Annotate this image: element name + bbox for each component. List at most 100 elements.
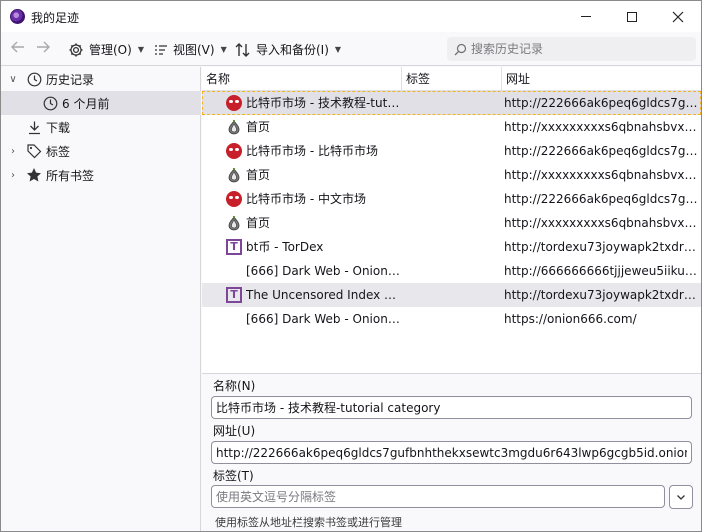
arrow-left-icon <box>11 41 24 53</box>
sidebar-tree: ∨ 历史记录 6 个月前 下载 › 标签 › 所有书签 <box>1 67 201 531</box>
close-icon <box>672 11 684 22</box>
row-url: http://tordexu73joywapk2txdr54jed4imqled… <box>504 240 698 254</box>
table-row[interactable]: [666] Dark Web - Onion Directory http://6… <box>202 259 701 283</box>
sidebar-item-6-months-ago[interactable]: 6 个月前 <box>1 91 201 115</box>
sidebar-item-downloads[interactable]: 下载 <box>1 115 201 139</box>
manage-label: 管理(O) <box>89 43 132 57</box>
table-header: 名称 标签 网址 <box>202 67 701 91</box>
sort-arrows-icon <box>235 42 250 57</box>
row-name: 首页 <box>246 120 271 134</box>
table-row[interactable]: 比特币市场 - 比特币市场 http://222666ak6peq6gldcs7g… <box>202 139 701 163</box>
sidebar-item-label: 标签 <box>46 144 71 159</box>
minimize-icon <box>581 16 591 17</box>
table-row[interactable]: T The Uncensored Index of Onion http://tor… <box>202 283 701 307</box>
table-row[interactable]: Tbt币 - TorDex http://tordexu73joywapk2txd… <box>202 235 701 259</box>
chevron-down-icon[interactable]: ∨ <box>8 74 18 85</box>
row-name: The Uncensored Index of Onion <box>246 288 401 302</box>
star-icon <box>26 167 42 183</box>
devil-icon <box>226 191 242 207</box>
sidebar-item-tags[interactable]: › 标签 <box>1 139 201 163</box>
sidebar-item-label: 6 个月前 <box>62 96 110 111</box>
chevron-down-icon: ▼ <box>137 45 144 54</box>
name-field[interactable] <box>211 396 692 419</box>
forward-button[interactable] <box>35 39 51 60</box>
history-table: 名称 标签 网址 比特币市场 - 技术教程-tutorial category h… <box>202 67 701 373</box>
table-row[interactable]: 首页 http://xxxxxxxxxs6qbnahsbvxbghsnqh4rj6… <box>202 115 701 139</box>
title-bar: 我的足迹 <box>1 1 701 32</box>
row-name: bt币 - TorDex <box>246 240 324 254</box>
arrow-right-icon <box>37 41 50 53</box>
tordex-icon: T <box>226 239 242 255</box>
library-window: 我的足迹 管理(O) ▼ 视图(V) ▼ 导入和备份(I) ▼ 搜索历史记录 ∨… <box>0 0 702 532</box>
column-header-name[interactable]: 名称 <box>202 67 402 91</box>
onion-icon <box>226 215 242 231</box>
sidebar-item-history[interactable]: ∨ 历史记录 <box>1 67 201 91</box>
search-field[interactable] <box>447 37 696 61</box>
tordex-icon: T <box>226 287 242 303</box>
tags-hint: 使用标签从地址栏搜索书签或进行管理 <box>215 516 402 529</box>
maximize-icon <box>627 11 637 22</box>
toolbar: 管理(O) ▼ 视图(V) ▼ 导入和备份(I) ▼ <box>1 32 701 66</box>
row-name: [666] Dark Web - Onion Directory <box>246 264 401 278</box>
view-menu-button[interactable]: 视图(V) ▼ <box>154 41 227 58</box>
minimize-button[interactable] <box>563 1 609 32</box>
row-url: http://222666ak6peq6gldcs7gufbnhthekxsew… <box>504 144 698 158</box>
chevron-right-icon[interactable]: › <box>8 146 18 157</box>
column-header-url[interactable]: 网址 <box>502 67 701 91</box>
window-title: 我的足迹 <box>31 11 80 25</box>
row-url: https://onion666.com/ <box>504 312 637 326</box>
onion-icon <box>226 167 242 183</box>
close-button[interactable] <box>655 1 701 32</box>
clock-icon <box>42 95 58 111</box>
devil-icon <box>226 95 242 111</box>
table-row[interactable]: 比特币市场 - 中文市场 http://222666ak6peq6gldcs7gu… <box>202 187 701 211</box>
clock-icon <box>26 71 42 87</box>
import-label: 导入和备份(I) <box>256 43 329 57</box>
tor-browser-icon <box>10 9 25 24</box>
row-url: http://xxxxxxxxxs6qbnahsbvxbghsnqh4rj6wh… <box>504 216 698 230</box>
view-label: 视图(V) <box>173 43 215 57</box>
tags-field[interactable] <box>211 485 665 508</box>
row-url: http://xxxxxxxxxs6qbnahsbvxbghsnqh4rj6wh… <box>504 120 698 134</box>
row-name: 首页 <box>246 168 271 182</box>
maximize-button[interactable] <box>609 1 655 32</box>
name-field-label: 名称(N) <box>213 379 256 393</box>
tags-dropdown-button[interactable] <box>669 485 693 509</box>
row-url: http://666666666tjjjeweu5iikuj7hkpke5phv… <box>504 264 698 278</box>
table-row[interactable]: 首页 http://xxxxxxxxxs6qbnahsbvxbghsnqh4rj6… <box>202 211 701 235</box>
row-url: http://222666ak6peq6gldcs7gufbnhthekxsew… <box>504 192 698 206</box>
chevron-right-icon[interactable]: › <box>8 170 18 181</box>
chevron-down-icon <box>677 495 685 500</box>
table-row[interactable]: 首页 http://xxxxxxxxxs6qbnahsbvxbghsnqh4rj6… <box>202 163 701 187</box>
devil-icon <box>226 143 242 159</box>
row-name: 比特币市场 - 比特币市场 <box>246 144 378 158</box>
onion-icon <box>226 119 242 135</box>
list-icon <box>155 44 167 55</box>
search-input[interactable] <box>471 42 691 56</box>
import-backup-menu-button[interactable]: 导入和备份(I) ▼ <box>235 41 341 58</box>
chevron-down-icon: ▼ <box>220 45 227 54</box>
table-row[interactable]: [666] Dark Web - Onion Directory https://… <box>202 307 701 331</box>
download-icon <box>26 119 42 135</box>
back-button[interactable] <box>10 39 26 60</box>
row-name: [666] Dark Web - Onion Directory <box>246 312 401 326</box>
sidebar-item-all-bookmarks[interactable]: › 所有书签 <box>1 163 201 187</box>
tags-field-label: 标签(T) <box>213 469 254 483</box>
url-field-label: 网址(U) <box>213 424 256 438</box>
chevron-down-icon: ▼ <box>334 45 342 54</box>
manage-menu-button[interactable]: 管理(O) ▼ <box>68 41 144 58</box>
column-header-tags[interactable]: 标签 <box>402 67 502 91</box>
details-pane: 名称(N) 网址(U) 标签(T) 使用标签从地址栏搜索书签或进行管理 <box>202 373 701 531</box>
table-row[interactable]: 比特币市场 - 技术教程-tutorial category http://222… <box>202 91 701 115</box>
tag-icon <box>26 143 42 159</box>
sidebar-item-label: 下载 <box>46 120 71 135</box>
url-field[interactable] <box>211 441 692 464</box>
row-name: 比特币市场 - 中文市场 <box>246 192 366 206</box>
row-url: http://222666ak6peq6gldcs7gufbnhthekxsew… <box>504 96 698 110</box>
row-url: http://xxxxxxxxxs6qbnahsbvxbghsnqh4rj6wh… <box>504 168 698 182</box>
search-icon <box>454 43 467 55</box>
sidebar-item-label: 历史记录 <box>46 72 95 87</box>
row-name: 首页 <box>246 216 271 230</box>
row-url: http://tordexu73joywapk2txdr54jed4imqled… <box>504 288 698 302</box>
row-name: 比特币市场 - 技术教程-tutorial category <box>246 96 401 110</box>
